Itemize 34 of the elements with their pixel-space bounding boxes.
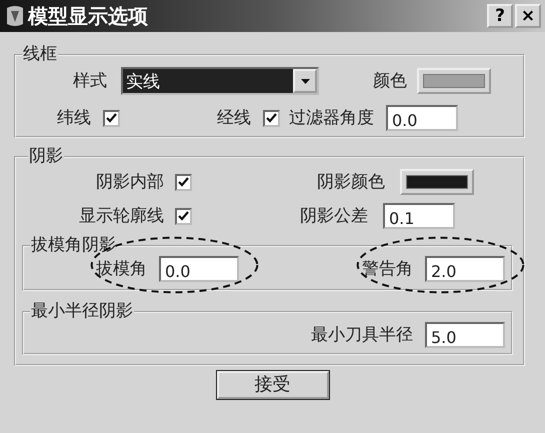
checkbox[interactable] <box>175 174 192 190</box>
field-label: 警告角 <box>362 260 413 278</box>
input-field[interactable]: 2.0 <box>425 256 505 282</box>
input-field[interactable]: 0.1 <box>383 203 455 229</box>
group-title: 阴影 <box>28 148 64 165</box>
window-title: 模型显示选项 <box>28 6 148 26</box>
color-button[interactable] <box>400 169 474 195</box>
field-label: 样式 <box>73 72 107 90</box>
checkbox[interactable] <box>103 110 120 126</box>
dropdown-arrow-icon <box>300 78 310 84</box>
field-label: 阴影内部 <box>96 174 164 190</box>
field-label: 颜色 <box>373 72 407 90</box>
group-title: 最小半径阴影 <box>30 303 134 320</box>
field-label: 显示轮廓线 <box>79 208 164 224</box>
field-label: 拔模角 <box>96 260 147 278</box>
field-label: 最小刀具半径 <box>311 326 413 344</box>
field-label: 阴影公差 <box>300 208 368 224</box>
checkbox[interactable] <box>175 208 192 224</box>
group-title: 线框 <box>22 46 58 63</box>
close-button[interactable]: × <box>515 4 541 28</box>
color-button[interactable] <box>417 68 491 94</box>
input-field[interactable]: 0.0 <box>386 105 458 131</box>
help-button[interactable]: ? <box>487 4 513 28</box>
input-field[interactable]: 5.0 <box>425 322 505 348</box>
checkbox[interactable] <box>263 110 280 126</box>
field-label: 经线 <box>217 110 251 126</box>
field-label: 过滤器角度 <box>289 110 374 126</box>
accept-button[interactable]: 接受 <box>216 371 328 399</box>
group-title: 拔模角阴影 <box>30 237 117 254</box>
input-field[interactable]: 0.0 <box>159 256 239 282</box>
style-dropdown[interactable]: 实线 <box>121 67 319 95</box>
app-icon <box>4 4 26 28</box>
field-label: 纬线 <box>57 110 91 126</box>
field-label: 阴影颜色 <box>317 174 385 190</box>
